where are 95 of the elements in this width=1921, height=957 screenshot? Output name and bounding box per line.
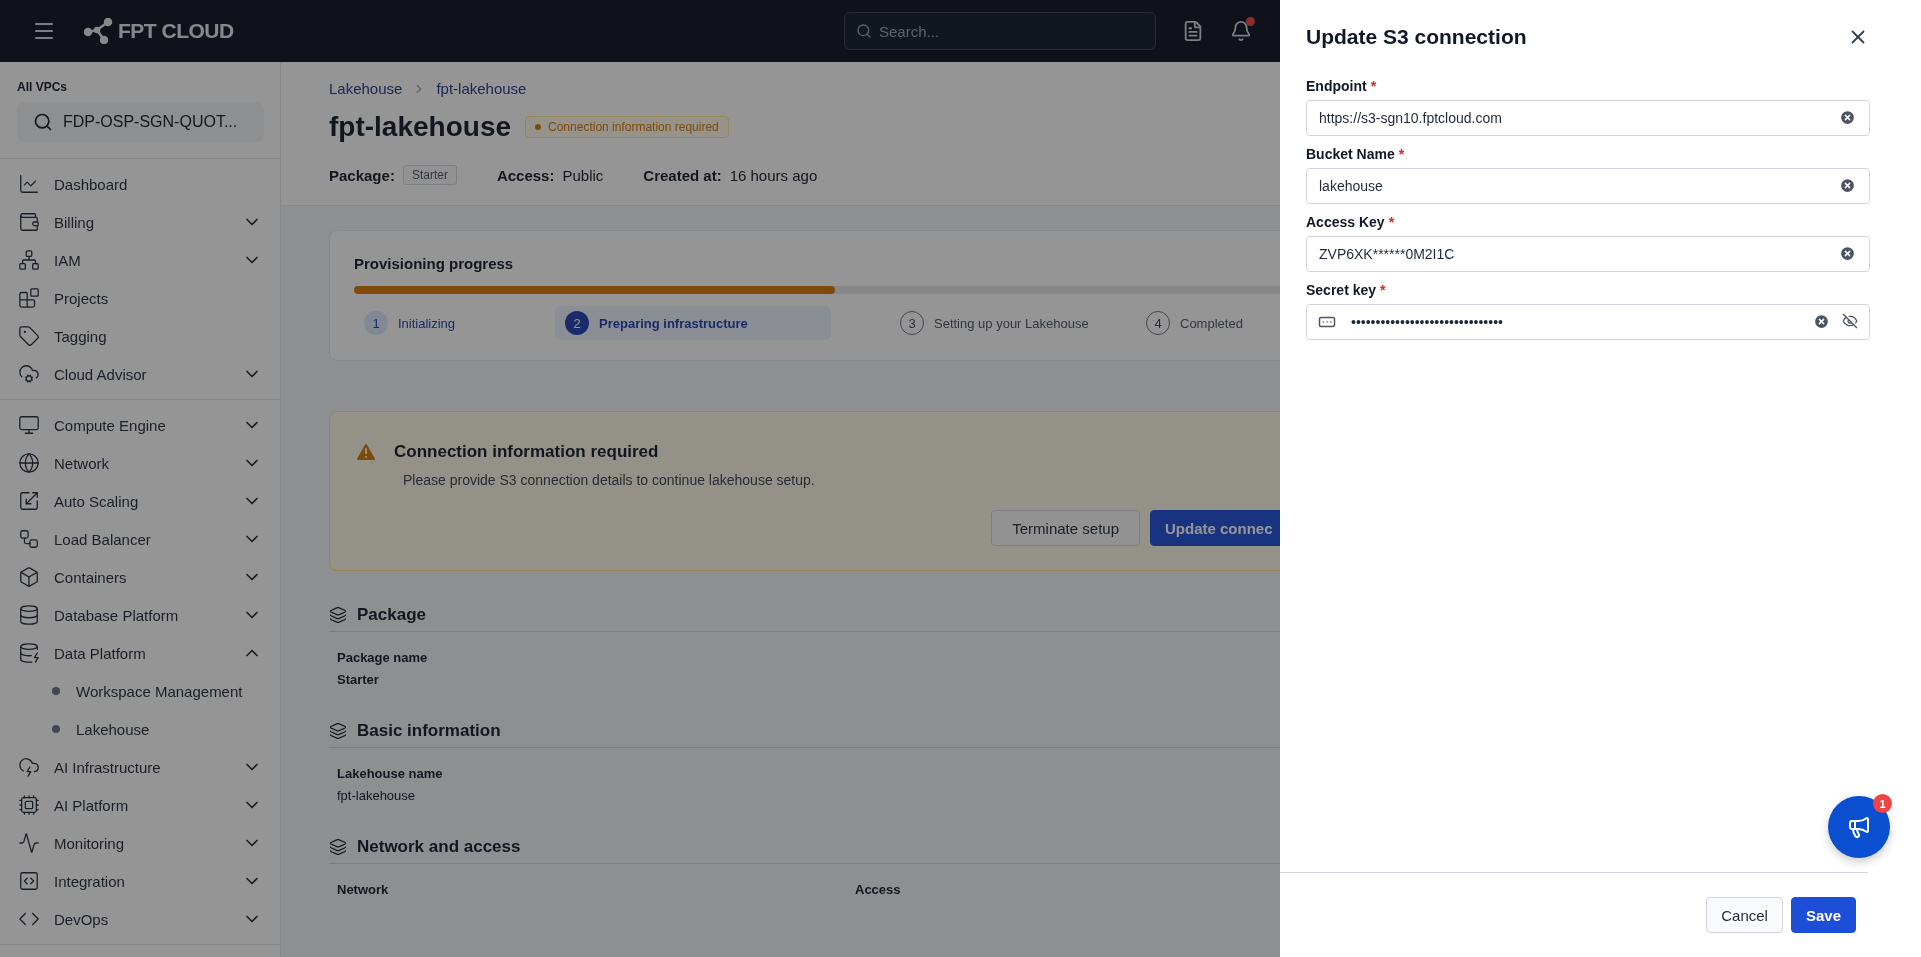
meta-label: Access:: [496, 166, 555, 184]
tag-icon: [18, 325, 40, 347]
sidebar-item[interactable]: Containers: [0, 558, 280, 596]
sidebar-item[interactable]: Compute Engine: [0, 406, 280, 444]
section-title: Basic information: [357, 721, 501, 741]
sidebar-item[interactable]: AI Infrastructure: [0, 748, 280, 786]
sidebar-subitem[interactable]: Workspace Management: [0, 672, 280, 710]
sidebar-item[interactable]: Network: [0, 444, 280, 482]
save-button[interactable]: Save: [1790, 897, 1856, 933]
breadcrumb-link[interactable]: Lakehouse: [329, 80, 403, 97]
announcement-button[interactable]: 1: [1828, 796, 1890, 858]
sidebar-subitem[interactable]: Lakehouse: [0, 710, 280, 748]
field-value: Starter: [337, 672, 380, 687]
package-tag: Starter: [402, 165, 457, 185]
monitor-icon: [18, 414, 40, 436]
field-label: Secret key: [1306, 282, 1377, 298]
notification-badge: 1: [1873, 794, 1892, 813]
database-icon: [18, 604, 40, 626]
sidebar-item[interactable]: Tagging: [0, 317, 280, 355]
vpc-selector[interactable]: FDP-OSP-SGN-QUOT...: [17, 102, 264, 142]
alert-title: Connection information required: [394, 442, 659, 462]
field-label: Network: [337, 882, 390, 897]
meta-value: 16 hours ago: [729, 166, 818, 184]
password-field[interactable]: •••••••••••••••••••••••••••••••: [1306, 304, 1870, 340]
pulse-icon: [18, 832, 40, 854]
hierarchy-icon: [18, 249, 40, 271]
meta-value: Public: [562, 166, 604, 184]
progress-step: 2 Preparing infrastructure: [555, 306, 831, 340]
meta-label: Package:: [329, 166, 395, 184]
field-label: Bucket Name: [1306, 146, 1395, 162]
blocks-icon: [18, 287, 40, 309]
progress-title: Provisioning progress: [354, 255, 515, 272]
wallet-icon: [18, 211, 40, 233]
logo-text: FPT CLOUD: [118, 19, 234, 43]
field-label: Lakehouse name: [337, 766, 444, 781]
input-field[interactable]: ZVP6XK******0M2I1C: [1306, 236, 1870, 272]
vpc-label: All VPCs: [17, 80, 68, 94]
layers-icon: [329, 722, 347, 740]
required-mark: *: [1388, 214, 1395, 230]
document-icon[interactable]: [1182, 20, 1204, 42]
sidebar-item[interactable]: IAM: [0, 241, 280, 279]
layers-icon: [329, 838, 347, 856]
required-mark: *: [1398, 146, 1405, 162]
progress-step: 3 Setting up your Lakehouse: [890, 306, 1099, 340]
chip-icon: [18, 794, 40, 816]
sidebar-item[interactable]: Billing: [0, 203, 280, 241]
sidebar-item[interactable]: Data Platform: [0, 634, 280, 672]
cloud-lightning-icon: [18, 756, 40, 778]
cloud-icon: [18, 363, 40, 385]
cancel-button[interactable]: Cancel: [1706, 897, 1783, 933]
field-label: Access Key: [1306, 214, 1385, 230]
drawer-title: Update S3 connection: [1306, 25, 1527, 49]
layers-icon: [329, 606, 347, 624]
nodes-icon: [18, 528, 40, 550]
code-window-icon: [18, 870, 40, 892]
field-label: Endpoint: [1306, 78, 1367, 94]
eye-off-icon[interactable]: [1842, 313, 1858, 329]
required-mark: *: [1380, 282, 1386, 298]
chart-icon: [18, 173, 40, 195]
input-field[interactable]: https://s3-sgn10.fptcloud.com: [1306, 100, 1870, 136]
sidebar-item[interactable]: Projects: [0, 279, 280, 317]
sidebar-item[interactable]: Cloud Advisor: [0, 355, 280, 393]
meta-label: Created at:: [643, 166, 722, 184]
search-field[interactable]: Search...: [844, 12, 1156, 50]
bell-icon[interactable]: [1230, 20, 1252, 42]
required-mark: *: [1370, 78, 1377, 94]
breadcrumb-link[interactable]: fpt-lakehouse: [436, 80, 527, 97]
section-title: Package: [357, 605, 426, 625]
sidebar-item[interactable]: Load Balancer: [0, 520, 280, 558]
terminate-button[interactable]: Terminate setup: [991, 510, 1140, 546]
page-title: fpt-lakehouse: [329, 111, 512, 143]
sidebar-item[interactable]: Monitoring: [0, 824, 280, 862]
sidebar-item[interactable]: DevOps: [0, 900, 280, 938]
sidebar-item[interactable]: AI Platform: [0, 786, 280, 824]
sidebar-item[interactable]: Integration: [0, 862, 280, 900]
section-title: Network and access: [357, 837, 521, 857]
scaling-icon: [18, 490, 40, 512]
input-field[interactable]: lakehouse: [1306, 168, 1870, 204]
sidebar-item[interactable]: Database Platform: [0, 596, 280, 634]
logo-icon: [84, 18, 114, 44]
sidebar-item[interactable]: Dashboard: [0, 165, 280, 203]
status-badge: Connection information required: [525, 116, 729, 138]
update-button[interactable]: Update connec: [1150, 510, 1280, 546]
database-icon: [18, 642, 40, 664]
cube-icon: [18, 566, 40, 588]
field-value: fpt-lakehouse: [337, 788, 417, 803]
search-icon: [33, 112, 53, 132]
globe-icon: [18, 452, 40, 474]
megaphone-icon: [1847, 815, 1871, 839]
sidebar-item[interactable]: Auto Scaling: [0, 482, 280, 520]
alert-message: Please provide S3 connection details to continue lakehouse setup.: [403, 472, 816, 488]
progress-step: 1 Initializing: [354, 306, 466, 340]
progress-step: 4 Completed: [1136, 306, 1253, 340]
field-label: Package name: [337, 650, 429, 665]
field-label: Access: [855, 882, 902, 897]
